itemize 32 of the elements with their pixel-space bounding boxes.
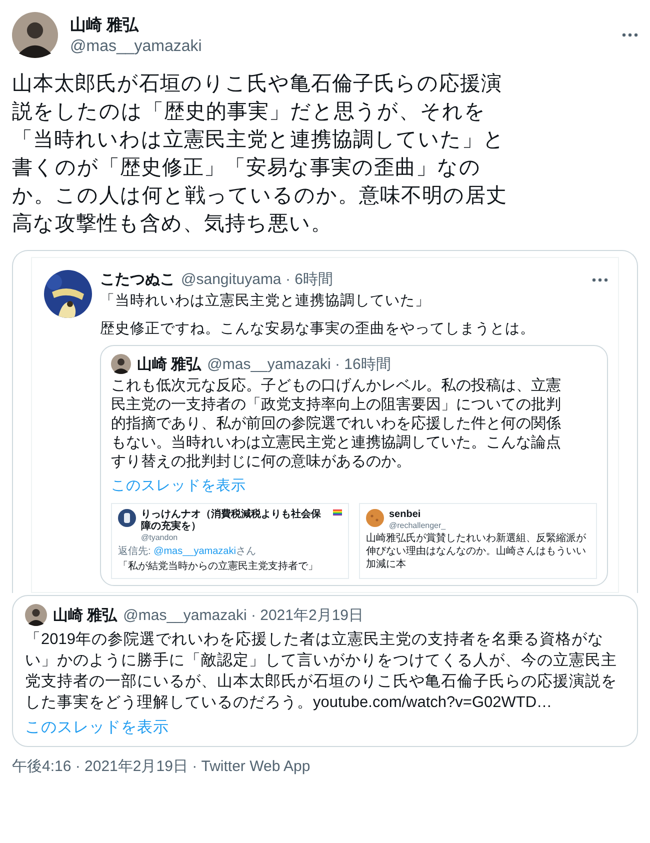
tweet-timestamp[interactable]: 午後4:16 · 2021年2月19日 · Twitter Web App	[12, 757, 638, 776]
tweet-text: 「2019年の参院選でれいわを応援した者は立憲民主党の支持者を名乗る資格がない」かのように勝手に「敵認定」して言いがかりをつけてくる人が、今の立憲民主党支持者の一部にいるが、山本太郎氏が石垣のりこ氏や亀石倫子氏らの応援演説をした事実をどう理解しているのだろう。youtube.com/watch?v=G02WTD…	[25, 630, 618, 713]
reply-to-text: 返信先: @mas__yamazakiさん	[118, 544, 257, 558]
tweet-text: これも低次元な反応。子どもの口げんかレベル。私の投稿は、立憲民主党の一支持者の「政党支持率向上の阻害要因」についての批判的指摘であり、私が前回の参院選でれいわを応援した件と何の関係もない。当時れいわは立憲民主党と連携協調していた。こんな論点すり替えの批判封じに何の意味があるのか。	[111, 377, 562, 472]
tweet-text: 「私が結党当時からの立憲民主党支持者で」	[118, 560, 319, 573]
tweet-text: 山崎雅弘氏が賞賛したれいわ新選組、反緊縮派が伸びない理由はなんなのか。山崎さんはもういい加減に本	[366, 532, 587, 571]
embedded-screenshot[interactable]	[12, 250, 638, 593]
author-name[interactable]: こたつぬこ	[100, 270, 175, 289]
avatar[interactable]	[12, 12, 58, 58]
author-handle: @rechallenger_	[389, 521, 447, 530]
more-icon[interactable]	[592, 278, 608, 282]
tweet-text: 歴史修正ですね。こんな安易な事実の歪曲をやってしまうとは。	[100, 320, 536, 338]
avatar	[118, 509, 136, 527]
author-name[interactable]: 山崎 雅弘	[70, 14, 202, 36]
author-handle[interactable]: @mas__yamazaki · 16時間	[207, 354, 391, 374]
author-name: senbei	[389, 509, 422, 521]
author-name[interactable]: 山崎 雅弘	[53, 606, 118, 624]
more-icon[interactable]	[622, 33, 638, 37]
author-name: りっけんナオ（消費税減税よりも社会保障の充実を）	[141, 509, 322, 533]
author-handle[interactable]: @sangituyama · 6時間	[181, 270, 333, 289]
quoted-tweet[interactable]	[100, 345, 608, 586]
quoted-tweet[interactable]	[12, 595, 638, 747]
avatar	[366, 509, 384, 527]
avatar[interactable]	[111, 354, 131, 374]
author-handle: @tyandon	[141, 533, 179, 542]
rainbow-flag-icon	[333, 509, 342, 516]
author-handle[interactable]: @mas__yamazaki · 2021年2月19日	[123, 606, 364, 624]
author-handle[interactable]: @mas__yamazaki	[70, 38, 202, 56]
avatar[interactable]	[25, 604, 47, 626]
tweet-text: 「当時れいわは立憲民主党と連携協調していた」	[100, 292, 431, 310]
author-name[interactable]: 山崎 雅弘	[137, 354, 202, 374]
tweet-text: 山本太郎氏が石垣のりこ氏や亀石倫子氏らの応援演説をしたのは「歴史的事実」だと思うが、それを「当時れいわは立憲民主党と連携協調していた」と書くのが「歴史修正」「安易な事実の歪曲」なのか。この人は何と戦っているのか。意味不明の居丈高な攻撃性も含め、気持ち悪い。	[12, 71, 508, 237]
